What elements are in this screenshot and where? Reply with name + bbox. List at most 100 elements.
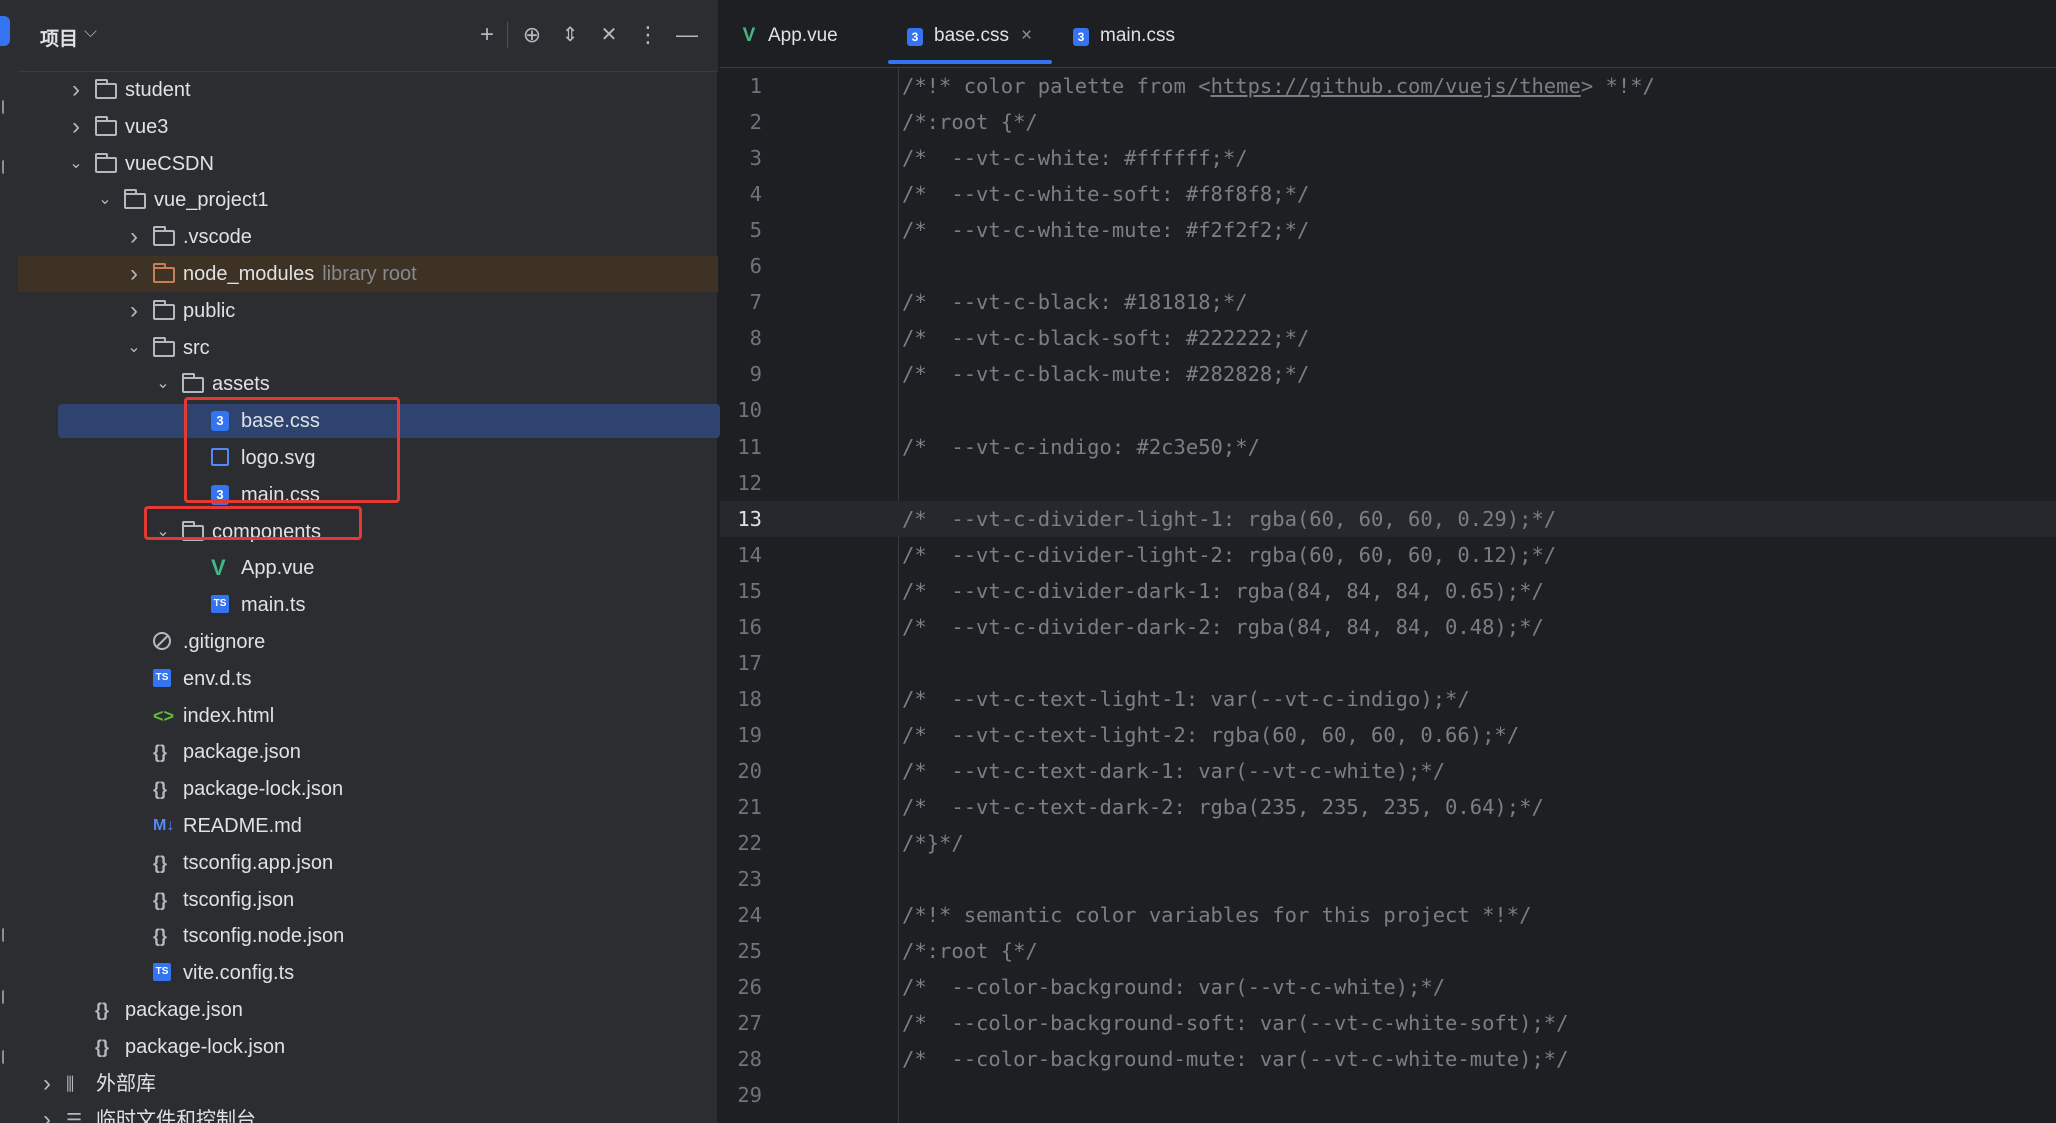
code-text[interactable]: /* --vt-c-white-soft: #f8f8f8;*/ xyxy=(902,176,1309,212)
tree-item[interactable]: {} package.json xyxy=(18,992,718,1028)
tree-item[interactable]: ⌄ vue_project1 xyxy=(18,182,718,218)
code-text[interactable]: /* --vt-c-divider-dark-2: rgba(84, 84, 8… xyxy=(902,609,1544,645)
chevron-right-icon[interactable]: › xyxy=(38,1102,56,1123)
code-line[interactable]: 19 /* --vt-c-text-light-2: rgba(60, 60, 6… xyxy=(720,717,2056,753)
code-line[interactable]: 24 /*!* semantic color variables for this… xyxy=(720,897,2056,933)
code-line[interactable]: 7 /* --vt-c-black: #181818;*/ xyxy=(720,284,2056,320)
problems-tool-icon[interactable] xyxy=(2,990,12,1004)
tree-item[interactable]: M↓ README.md xyxy=(18,808,718,844)
more-icon[interactable]: ⋮ xyxy=(631,18,665,52)
project-panel-title[interactable]: 项目 xyxy=(40,24,78,51)
chevron-right-icon[interactable]: › xyxy=(67,109,85,145)
code-line[interactable]: 15 /* --vt-c-divider-dark-1: rgba(84, 84,… xyxy=(720,573,2056,609)
locate-icon[interactable]: ⊕ xyxy=(515,18,549,52)
code-text[interactable]: /* --color-background-soft: var(--vt-c-w… xyxy=(902,1005,1568,1041)
chevron-down-icon[interactable]: ⌄ xyxy=(154,366,172,402)
code-text[interactable]: /* --vt-c-text-dark-1: var(--vt-c-white)… xyxy=(902,753,1445,789)
tree-item[interactable]: {} tsconfig.node.json xyxy=(18,918,718,954)
chevron-right-icon[interactable]: › xyxy=(125,219,143,255)
chevron-down-icon[interactable]: ⌄ xyxy=(96,182,114,218)
code-line[interactable]: 6 xyxy=(720,248,2056,284)
terminal-tool-icon[interactable] xyxy=(2,928,12,942)
chevron-down-icon[interactable]: ⌄ xyxy=(125,330,143,366)
code-text[interactable]: /* --vt-c-black-mute: #282828;*/ xyxy=(902,356,1309,392)
chevron-right-icon[interactable]: › xyxy=(38,1066,56,1102)
tree-item[interactable]: › student xyxy=(18,72,718,108)
code-text[interactable]: /*}*/ xyxy=(902,825,964,861)
tab-base-css[interactable]: 3 base.css × xyxy=(906,18,1032,54)
code-text[interactable]: /* --vt-c-text-dark-2: rgba(235, 235, 23… xyxy=(902,789,1544,825)
tab-main-css[interactable]: 3 main.css xyxy=(1072,18,1175,54)
code-line[interactable]: 5 /* --vt-c-white-mute: #f2f2f2;*/ xyxy=(720,212,2056,248)
close-icon[interactable]: × xyxy=(1021,25,1032,46)
code-text[interactable]: /* --vt-c-white: #ffffff;*/ xyxy=(902,140,1248,176)
tree-item[interactable]: ⌄ vueCSDN xyxy=(18,146,718,182)
chevron-right-icon[interactable]: › xyxy=(67,72,85,108)
tree-item[interactable]: › ⫼ 外部库 xyxy=(18,1066,718,1102)
code-line[interactable]: 21 /* --vt-c-text-dark-2: rgba(235, 235, … xyxy=(720,789,2056,825)
tree-item[interactable]: ⌄ src xyxy=(18,330,718,366)
expand-all-icon[interactable]: ⇕ xyxy=(553,18,587,52)
chevron-right-icon[interactable]: › xyxy=(125,256,143,292)
tree-item[interactable]: .gitignore xyxy=(18,624,718,660)
code-line[interactable]: 25 /*:root {*/ xyxy=(720,933,2056,969)
code-line[interactable]: 10 xyxy=(720,392,2056,428)
code-line[interactable]: 16 /* --vt-c-divider-dark-2: rgba(84, 84,… xyxy=(720,609,2056,645)
code-line[interactable]: 22 /*}*/ xyxy=(720,825,2056,861)
structure-tool-icon[interactable] xyxy=(2,160,12,174)
code-line[interactable]: 23 xyxy=(720,861,2056,897)
tree-item[interactable]: ⌄ components xyxy=(18,514,718,550)
git-tool-icon[interactable] xyxy=(2,1050,12,1064)
tree-item[interactable]: TS main.ts xyxy=(18,587,718,623)
code-line[interactable]: 28 /* --color-background-mute: var(--vt-c… xyxy=(720,1041,2056,1077)
chevron-right-icon[interactable]: › xyxy=(125,293,143,329)
tab-app-vue[interactable]: V App.vue xyxy=(740,18,838,54)
chevron-down-icon[interactable]: ⌵ xyxy=(84,22,97,42)
commit-tool-icon[interactable] xyxy=(2,100,12,114)
tree-item[interactable]: TS env.d.ts xyxy=(18,661,718,697)
code-text[interactable]: /* --vt-c-divider-dark-1: rgba(84, 84, 8… xyxy=(902,573,1544,609)
code-line[interactable]: 27 /* --color-background-soft: var(--vt-c… xyxy=(720,1005,2056,1041)
code-text[interactable]: /* --vt-c-black-soft: #222222;*/ xyxy=(902,320,1309,356)
code-line[interactable]: 9 /* --vt-c-black-mute: #282828;*/ xyxy=(720,356,2056,392)
code-text[interactable]: /*:root {*/ xyxy=(902,933,1038,969)
code-line[interactable]: 13 /* --vt-c-divider-light-1: rgba(60, 60… xyxy=(720,500,2056,537)
code-link[interactable]: https://github.com/vuejs/theme xyxy=(1211,74,1581,98)
code-text[interactable]: /* --color-background-mute: var(--vt-c-w… xyxy=(902,1041,1568,1077)
code-line[interactable]: 4 /* --vt-c-white-soft: #f8f8f8;*/ xyxy=(720,176,2056,212)
code-text[interactable]: /* --color-background: var(--vt-c-white)… xyxy=(902,969,1445,1005)
code-line[interactable]: 8 /* --vt-c-black-soft: #222222;*/ xyxy=(720,320,2056,356)
tree-item[interactable]: V App.vue xyxy=(18,550,718,586)
code-text[interactable]: /*!* semantic color variables for this p… xyxy=(902,897,1531,933)
tree-item[interactable]: TS vite.config.ts xyxy=(18,955,718,991)
code-line[interactable]: 14 /* --vt-c-divider-light-2: rgba(60, 60… xyxy=(720,537,2056,573)
tree-item[interactable]: › .vscode xyxy=(18,219,718,255)
code-line[interactable]: 26 /* --color-background: var(--vt-c-whit… xyxy=(720,969,2056,1005)
tree-item[interactable]: <> index.html xyxy=(18,698,718,734)
project-tool-icon[interactable] xyxy=(0,16,10,46)
code-text[interactable]: /* --vt-c-text-light-1: var(--vt-c-indig… xyxy=(902,681,1470,717)
code-line[interactable]: 12 xyxy=(720,465,2056,501)
code-text[interactable]: /*!* color palette from <https://github.… xyxy=(902,68,1655,104)
tree-item[interactable]: {} package-lock.json xyxy=(18,1029,718,1065)
tree-item[interactable]: {} package-lock.json xyxy=(18,771,718,807)
tree-item[interactable]: {} tsconfig.app.json xyxy=(18,845,718,881)
code-line[interactable]: 18 /* --vt-c-text-light-1: var(--vt-c-ind… xyxy=(720,681,2056,717)
tree-item[interactable]: {} package.json xyxy=(18,734,718,770)
code-line[interactable]: 29 xyxy=(720,1077,2056,1113)
code-text[interactable]: /* --vt-c-indigo: #2c3e50;*/ xyxy=(902,429,1260,465)
code-text[interactable]: /* --vt-c-black: #181818;*/ xyxy=(902,284,1248,320)
code-line[interactable]: 11 /* --vt-c-indigo: #2c3e50;*/ xyxy=(720,429,2056,465)
tree-item[interactable]: › ☰ 临时文件和控制台 xyxy=(18,1102,718,1123)
code-text[interactable]: /* --vt-c-divider-light-2: rgba(60, 60, … xyxy=(902,537,1556,573)
code-text[interactable]: /* --vt-c-text-light-2: rgba(60, 60, 60,… xyxy=(902,717,1519,753)
tree-item[interactable]: › node_modules library root xyxy=(18,256,718,292)
code-line[interactable]: 1 /*!* color palette from <https://github… xyxy=(720,68,2056,104)
tree-item[interactable]: › vue3 xyxy=(18,109,718,145)
tree-item[interactable]: › public xyxy=(18,293,718,329)
minimize-icon[interactable]: — xyxy=(670,18,704,52)
collapse-all-icon[interactable]: ✕ xyxy=(592,18,626,52)
code-line[interactable]: 17 xyxy=(720,645,2056,681)
code-text[interactable]: /*:root {*/ xyxy=(902,104,1038,140)
chevron-down-icon[interactable]: ⌄ xyxy=(67,146,85,182)
